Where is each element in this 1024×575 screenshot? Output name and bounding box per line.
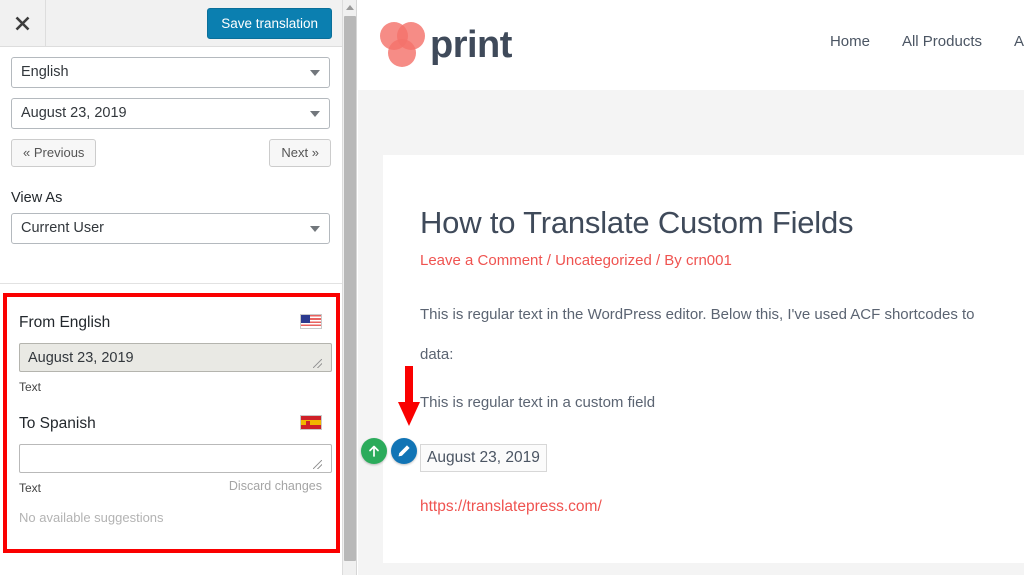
view-as-select[interactable]: Current User: [11, 213, 330, 244]
post-card: How to Translate Custom Fields Leave a C…: [383, 155, 1024, 563]
target-language-row: To Spanish: [19, 412, 324, 438]
string-select-value: August 23, 2019: [21, 105, 127, 121]
red-annotation-arrow-icon: [398, 366, 420, 426]
edit-string-button[interactable]: [391, 438, 417, 464]
save-translation-button[interactable]: Save translation: [207, 8, 332, 39]
site-preview: print Home All Products A How to Transla…: [358, 0, 1024, 575]
language-select-value: English: [21, 64, 69, 80]
language-select[interactable]: English: [11, 57, 330, 88]
nav-item-home[interactable]: Home: [830, 33, 870, 50]
string-select[interactable]: August 23, 2019: [11, 98, 330, 129]
source-meta-row: Text: [19, 378, 324, 396]
es-flag-icon: [300, 415, 322, 430]
chevron-down-icon: [310, 111, 320, 117]
us-flag-icon: [300, 314, 322, 329]
site-nav: Home All Products A: [830, 33, 1024, 50]
source-language-title: From English: [19, 314, 111, 331]
suggestions-status: No available suggestions: [19, 510, 164, 525]
post-paragraph-1: This is regular text in the WordPress ed…: [420, 306, 975, 323]
page-title: How to Translate Custom Fields: [420, 205, 854, 240]
discard-changes-link[interactable]: Discard changes: [229, 479, 322, 493]
view-as-select-value: Current User: [21, 220, 104, 236]
string-pagination: « Previous Next »: [11, 139, 331, 169]
nav-item-clipped[interactable]: A: [1014, 33, 1024, 50]
post-meta: Leave a Comment / Uncategorized / By crn…: [420, 252, 732, 269]
translation-editor-sidebar: Save translation English August 23, 2019…: [0, 0, 343, 575]
site-logo[interactable]: print: [380, 20, 512, 70]
site-header: print Home All Products A: [358, 0, 1024, 90]
nav-item-all-products[interactable]: All Products: [902, 33, 982, 50]
source-text-field[interactable]: [19, 343, 332, 372]
source-language-row: From English: [19, 311, 324, 337]
view-as-label: View As: [11, 190, 63, 206]
close-icon[interactable]: [0, 0, 46, 46]
previous-string-button[interactable]: « Previous: [11, 139, 97, 167]
target-language-title: To Spanish: [19, 415, 96, 432]
screen: Save translation English August 23, 2019…: [0, 0, 1024, 575]
arrow-up-icon: [369, 445, 379, 457]
editor-toolbar: Save translation: [0, 0, 342, 47]
translation-panel-highlight: From English Text To Spanish: [3, 293, 340, 553]
sidebar-scrollbar[interactable]: [343, 0, 357, 575]
target-string-type: Text: [19, 481, 42, 495]
three-circles-logo-icon: [380, 20, 426, 70]
site-banner-strip: [358, 90, 1024, 155]
scrollbar-thumb[interactable]: [344, 16, 356, 561]
source-string-type: Text: [19, 380, 42, 394]
post-paragraph-2: This is regular text in a custom field: [420, 394, 656, 411]
scroll-up-arrow-icon[interactable]: [346, 5, 354, 10]
scroll-to-top-button[interactable]: [361, 438, 387, 464]
next-string-button[interactable]: Next »: [269, 139, 331, 167]
target-meta-row: Text Discard changes: [19, 479, 324, 497]
acf-field-line: August 23, 2019: [420, 444, 987, 474]
logo-text: print: [430, 24, 512, 66]
pencil-icon: [398, 445, 410, 457]
editor-controls: English August 23, 2019 « Previous Next …: [0, 47, 342, 244]
chevron-down-icon: [310, 226, 320, 232]
chevron-down-icon: [310, 70, 320, 76]
post-link[interactable]: https://translatepress.com/: [420, 498, 602, 516]
section-divider: [0, 283, 342, 284]
post-paragraph-1b: data:: [420, 346, 454, 363]
acf-date-value[interactable]: August 23, 2019: [420, 444, 547, 472]
target-text-field[interactable]: [19, 444, 332, 473]
